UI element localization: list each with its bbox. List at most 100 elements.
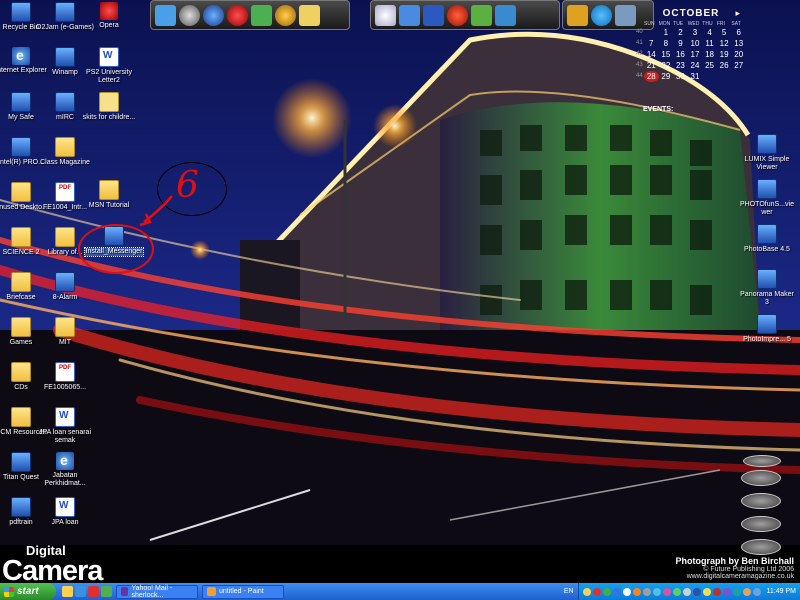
tray-icon[interactable] — [592, 587, 601, 596]
calendar-day[interactable]: 14 — [644, 49, 659, 60]
calendar-day[interactable]: 4 — [702, 27, 717, 38]
folder-icon[interactable] — [299, 4, 320, 26]
calendar-day[interactable]: 7 — [644, 38, 659, 49]
dock-eject-icon[interactable] — [743, 455, 781, 467]
disc-icon[interactable] — [741, 493, 781, 509]
tray-icon[interactable] — [622, 587, 631, 596]
clock[interactable]: 11:49 PM — [767, 588, 796, 595]
calendar-day[interactable]: 9 — [673, 38, 688, 49]
calendar-day[interactable]: 8 — [659, 38, 674, 49]
opera-icon[interactable] — [88, 586, 99, 597]
calendar-day[interactable]: 26 — [717, 60, 732, 71]
calendar-day[interactable]: 29 — [659, 71, 674, 82]
tray-icon[interactable] — [682, 587, 691, 596]
desktop-icon-fe1005065[interactable]: FE1005065... — [36, 362, 94, 392]
desktop-icon-photofuns-viewer[interactable]: PHOTOfunS...viewer — [738, 179, 796, 217]
tray-icon[interactable] — [662, 587, 671, 596]
desktop-icon-panorama-maker-3[interactable]: Panorama Maker 3 — [738, 269, 796, 307]
calendar-day[interactable]: 3 — [688, 27, 703, 38]
calendar-day[interactable]: 20 — [731, 49, 746, 60]
calendar-day[interactable]: 19 — [717, 49, 732, 60]
shield-icon[interactable] — [615, 4, 636, 26]
calendar-today[interactable]: 28 — [644, 71, 659, 82]
tray-icon[interactable] — [582, 587, 591, 596]
calendar-day[interactable]: 22 — [659, 60, 674, 71]
tray-icon[interactable] — [612, 587, 621, 596]
tray-icon[interactable] — [642, 587, 651, 596]
desktop-icon-class-magazine[interactable]: Class Magazine — [36, 137, 94, 167]
calendar-day[interactable]: 21 — [644, 60, 659, 71]
tray-icon[interactable] — [672, 587, 681, 596]
clock-icon[interactable] — [179, 4, 200, 26]
media-icon[interactable] — [471, 4, 492, 26]
desktop-icon-lumix-simple-viewer[interactable]: LUMIX Simple Viewer — [738, 134, 796, 172]
game-icon[interactable] — [567, 4, 588, 26]
chevron-right-icon[interactable]: ▸ — [735, 8, 740, 19]
disc-icon[interactable] — [741, 470, 781, 486]
flash-icon[interactable] — [447, 4, 468, 26]
tray-icon[interactable] — [692, 587, 701, 596]
calendar-day[interactable]: 30 — [673, 71, 688, 82]
tray-icon[interactable] — [652, 587, 661, 596]
word-icon[interactable] — [423, 4, 444, 26]
credit-line-1: Photograph by Ben Birchall — [675, 556, 794, 566]
calendar-day[interactable]: 12 — [717, 38, 732, 49]
tray-icon[interactable] — [732, 587, 741, 596]
tray-icon[interactable] — [702, 587, 711, 596]
calendar-day[interactable]: 10 — [688, 38, 703, 49]
tray-icon[interactable] — [722, 587, 731, 596]
start-button[interactable]: start — [0, 583, 56, 600]
music-note-icon[interactable] — [399, 4, 420, 26]
google-icon[interactable] — [375, 4, 396, 26]
skype-icon[interactable] — [591, 4, 612, 26]
desktop-icon-jpa-loan-senarai-semak[interactable]: JPA loan senarai semak — [36, 407, 94, 445]
desktop-icon-skits-for-childre[interactable]: skits for childre... — [80, 92, 138, 122]
users-icon[interactable] — [251, 4, 272, 26]
calendar-day[interactable]: 15 — [659, 49, 674, 60]
calendar-day[interactable]: 5 — [717, 27, 732, 38]
language-indicator[interactable]: EN — [564, 588, 574, 595]
disc-icon[interactable] — [741, 516, 781, 532]
calendar-day[interactable]: 16 — [673, 49, 688, 60]
calendar-day[interactable]: 17 — [688, 49, 703, 60]
task-yahoo-mail[interactable]: Yahoo! Mail - sherlock... — [116, 584, 198, 599]
calendar-day[interactable]: 24 — [688, 60, 703, 71]
tools-icon[interactable] — [495, 4, 516, 26]
tray-icon[interactable] — [602, 587, 611, 596]
tray-icon[interactable] — [742, 587, 751, 596]
desktop-icon-label: LUMIX Simple Viewer — [744, 156, 790, 171]
calendar-day[interactable]: 6 — [731, 27, 746, 38]
desktop-icon-label: JPA loan — [51, 519, 79, 526]
desktop-icon-opera[interactable]: Opera — [80, 2, 138, 30]
tray-icon[interactable] — [752, 587, 761, 596]
calendar-day[interactable]: 18 — [702, 49, 717, 60]
desktop-icon-jabatan-perkhidmat[interactable]: Jabatan Perkhidmat... — [36, 452, 94, 488]
desktop-icon-mit[interactable]: MIT — [36, 317, 94, 347]
calendar-day[interactable]: 25 — [702, 60, 717, 71]
gear-icon[interactable] — [275, 4, 296, 26]
internet-explorer-icon[interactable] — [75, 586, 86, 597]
task-paint[interactable]: untitled - Paint — [202, 584, 284, 599]
calendar-day[interactable]: 27 — [731, 60, 746, 71]
disc-icon[interactable] — [741, 539, 781, 555]
tray-icon[interactable] — [712, 587, 721, 596]
globe-icon[interactable] — [203, 4, 224, 26]
calendar-day[interactable]: 1 — [659, 27, 674, 38]
monitor-icon[interactable] — [155, 4, 176, 26]
opera-icon[interactable] — [227, 4, 248, 26]
calendar-day[interactable]: 31 — [688, 71, 703, 82]
messenger-icon[interactable] — [101, 586, 112, 597]
app-icon — [757, 224, 777, 244]
tray-icon[interactable] — [632, 587, 641, 596]
desktop-icon-photoimpre-5[interactable]: PhotoImpre... 5 — [738, 314, 796, 344]
doc-icon — [55, 497, 75, 517]
folder-icon[interactable] — [62, 586, 73, 597]
calendar-day[interactable]: 23 — [673, 60, 688, 71]
calendar-day[interactable]: 2 — [673, 27, 688, 38]
desktop-icon-photobase-4-5[interactable]: PhotoBase 4.5 — [738, 224, 796, 254]
desktop-icon-ps2-university-letter2[interactable]: PS2 University Letter2 — [80, 47, 138, 85]
calendar-day[interactable]: 13 — [731, 38, 746, 49]
desktop-icon-8-alarm[interactable]: 8-Alarm — [36, 272, 94, 302]
calendar-day[interactable]: 11 — [702, 38, 717, 49]
desktop-icon-jpa-loan[interactable]: JPA loan — [36, 497, 94, 527]
